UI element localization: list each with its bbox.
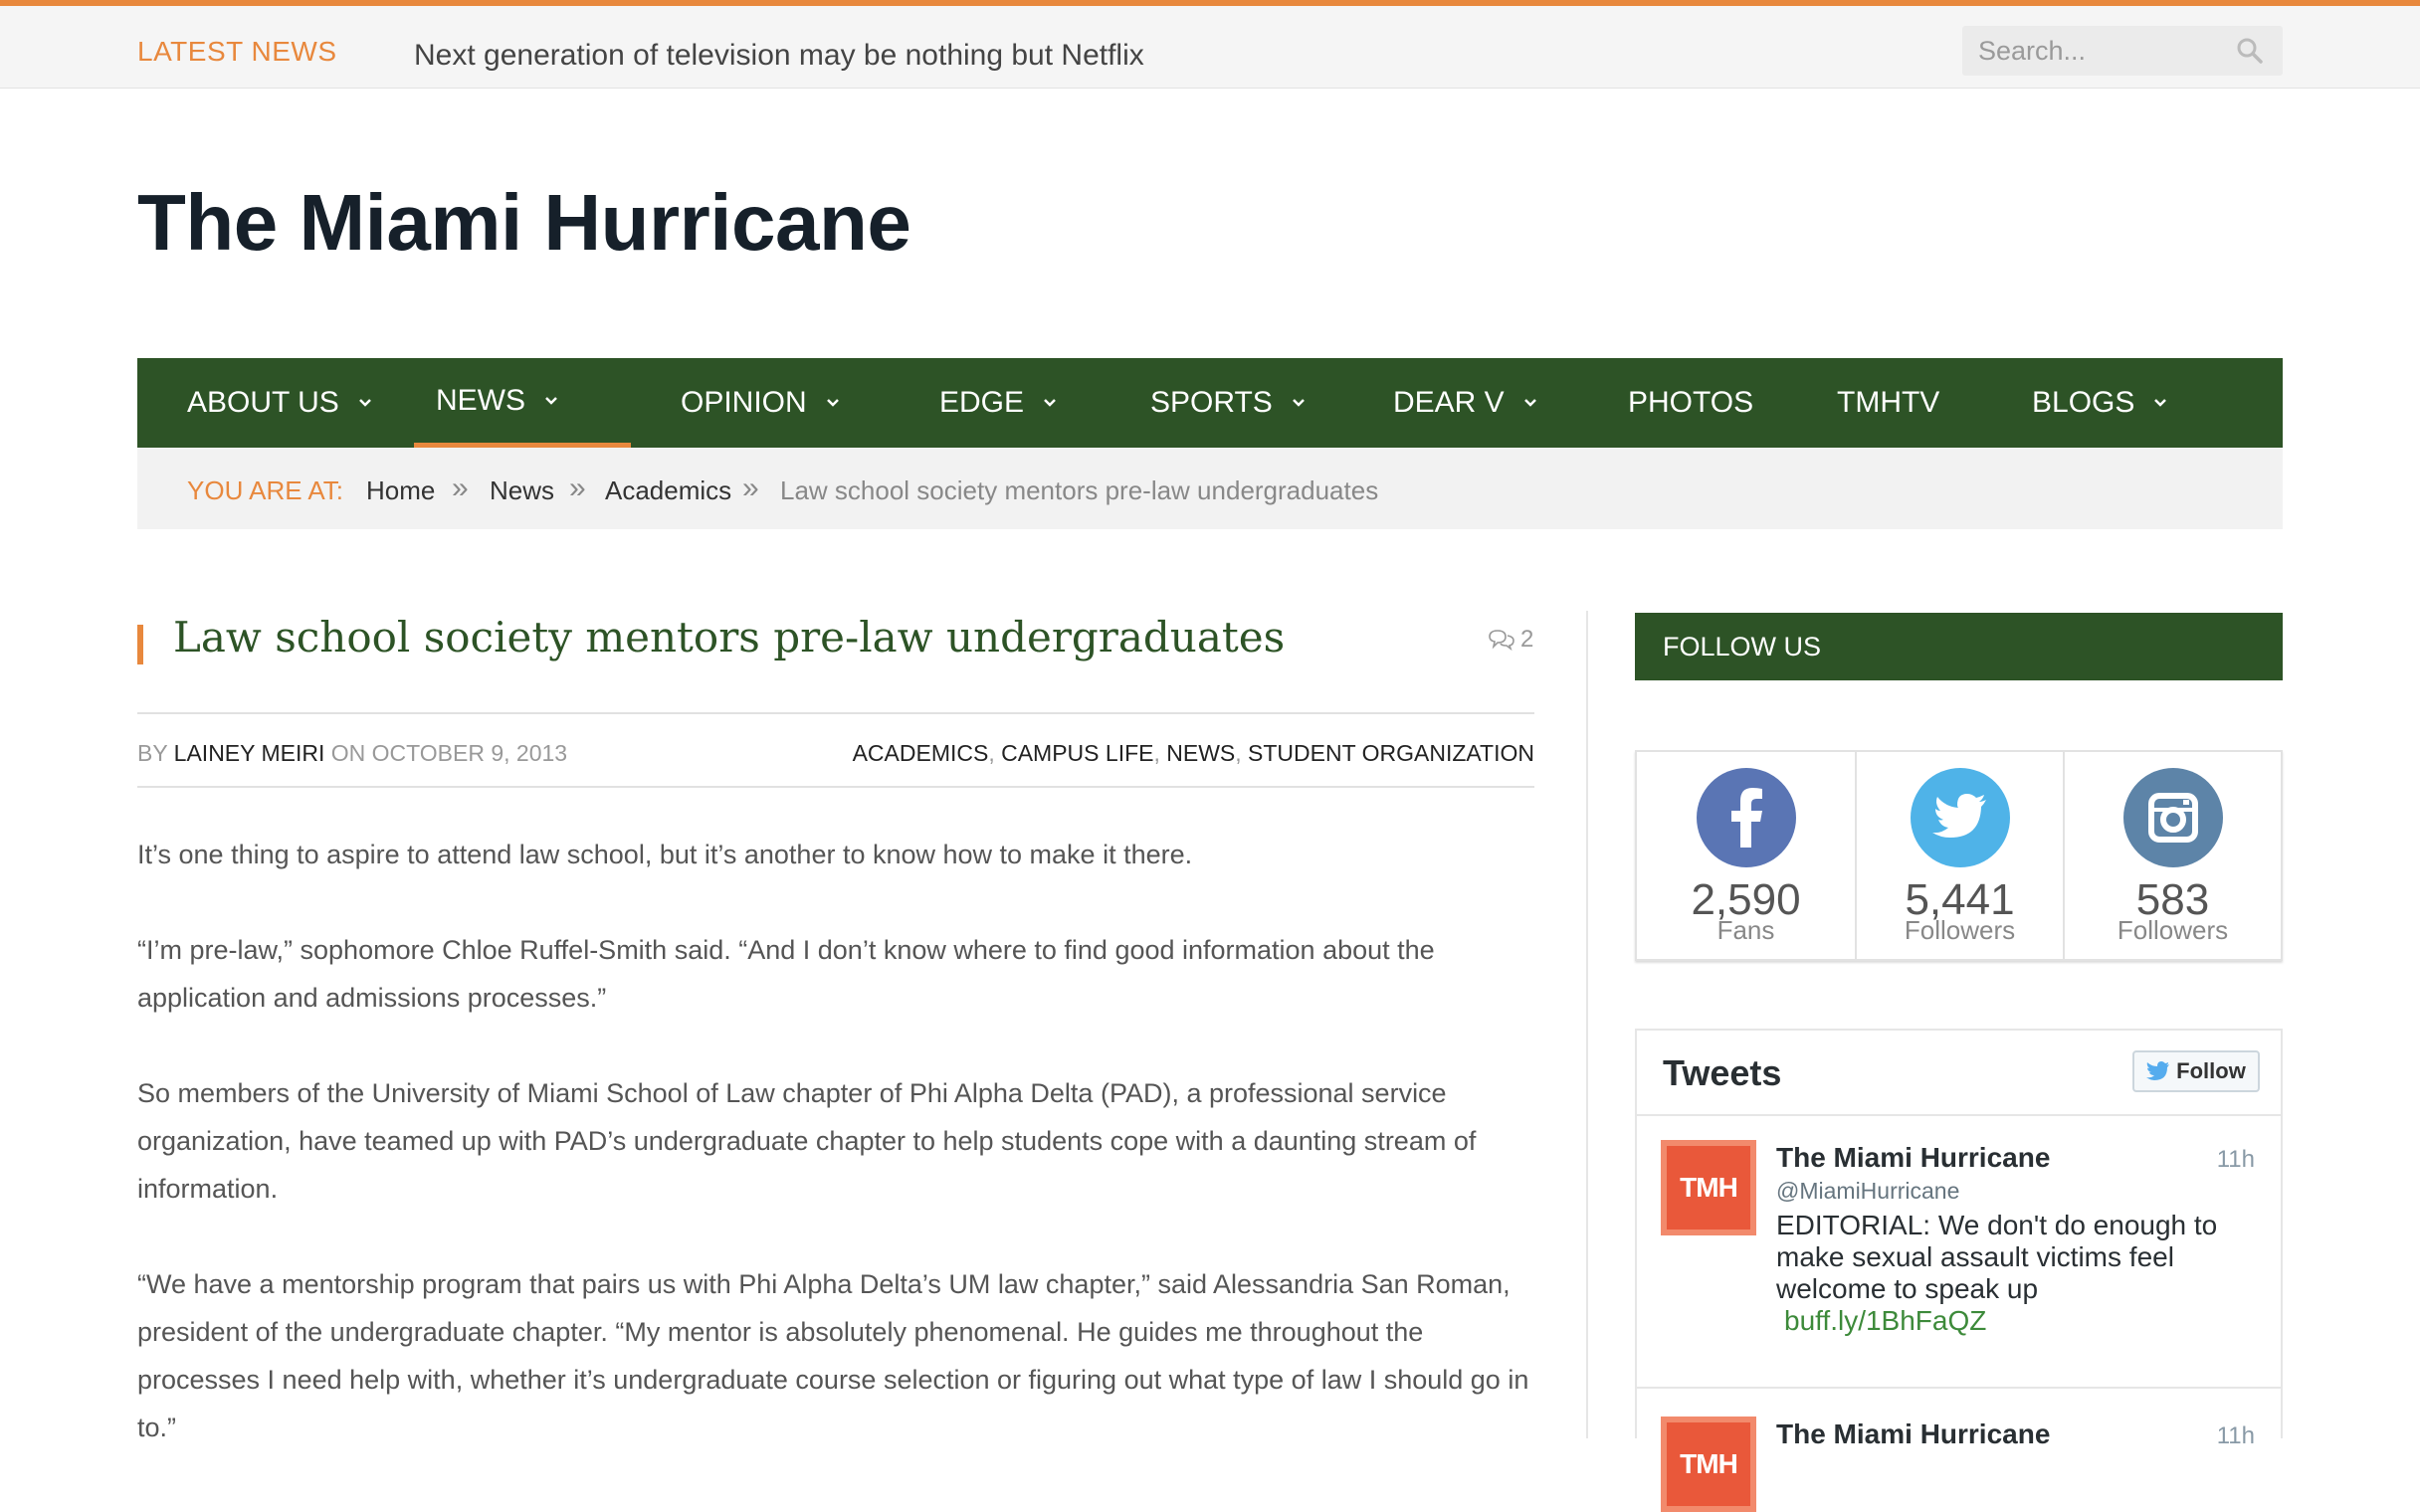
chevron-down-icon [1523, 399, 1536, 407]
nav-item-photos[interactable]: PHOTOS [1628, 358, 1753, 448]
nav-label: SPORTS [1150, 386, 1273, 419]
nav-label: EDGE [939, 386, 1025, 419]
avatar[interactable]: TMH [1661, 1140, 1756, 1235]
tweet-author-name[interactable]: The Miami Hurricane [1776, 1142, 2050, 1174]
breadcrumb-prefix: YOU ARE AT: [187, 475, 344, 505]
instagram-label: Followers [2117, 915, 2229, 945]
chevron-down-icon [826, 399, 839, 407]
chevron-down-icon [2154, 399, 2167, 407]
chevron-down-icon [1044, 399, 1056, 407]
divider [1637, 1387, 2281, 1389]
breadcrumb-news-link[interactable]: News [490, 475, 554, 506]
twitter-timeline-widget: Tweets Follow TMH The Miami Hurricane @M… [1635, 1029, 2283, 1512]
article-title: Law school society mentors pre-law under… [173, 613, 1286, 662]
breadcrumb-separator: » [569, 472, 586, 504]
facebook-counter[interactable]: 2,590 Fans [1637, 752, 1855, 959]
tweet-link[interactable]: buff.ly/1BhFaQZ [1784, 1305, 1986, 1337]
tweet-timestamp[interactable]: 11h [2217, 1146, 2255, 1174]
search-icon[interactable] [2235, 36, 2265, 66]
news-ticker-link[interactable]: Next generation of television may be not… [414, 39, 1144, 73]
article-categories: ACADEMICS, CAMPUS LIFE, NEWS, STUDENT OR… [852, 740, 1534, 766]
chevron-down-icon [358, 399, 371, 407]
nav-item-news[interactable]: NEWS [414, 358, 631, 448]
social-counters: 2,590 Fans 5,441 Followers 583 Followers [1635, 750, 2283, 961]
chevron-down-icon [1292, 399, 1305, 407]
twitter-bird-icon [2146, 1061, 2170, 1080]
instagram-counter[interactable]: 583 Followers [2065, 752, 2281, 959]
by-label: BY [137, 740, 168, 766]
article-paragraph: So members of the University of Miami Sc… [137, 1078, 1477, 1204]
publish-date: OCTOBER 9, 2013 [371, 740, 568, 766]
tweet-text: EDITORIAL: We don't do enough to make se… [1776, 1210, 2218, 1304]
twitter-label: Followers [1904, 915, 2016, 945]
tweet-author-name[interactable]: The Miami Hurricane [1776, 1418, 2050, 1450]
category-link[interactable]: NEWS [1166, 740, 1235, 766]
nav-item-tmhtv[interactable]: TMHTV [1837, 358, 1939, 448]
author-link[interactable]: LAINEY MEIRI [174, 740, 325, 766]
avatar[interactable]: TMH [1661, 1417, 1756, 1512]
twitter-counter[interactable]: 5,441 Followers [1857, 752, 2063, 959]
article-paragraph: “I’m pre-law,” sophomore Chloe Ruffel-Sm… [137, 935, 1435, 1013]
tweet-author-handle[interactable]: @MiamiHurricane [1776, 1178, 1959, 1205]
divider [1637, 1114, 2281, 1116]
category-link[interactable]: ACADEMICS [853, 740, 989, 766]
article-paragraph: “We have a mentorship program that pairs… [137, 1269, 1529, 1442]
nav-item-about-us[interactable]: ABOUT US [187, 358, 373, 448]
divider [137, 712, 1534, 714]
tweets-title: Tweets [1663, 1052, 1782, 1093]
twitter-follow-button[interactable]: Follow [2132, 1050, 2260, 1092]
main-navigation: ABOUT US NEWS OPINION EDGE SPORTS DEAR V… [137, 358, 2283, 448]
nav-item-edge[interactable]: EDGE [939, 358, 1058, 448]
site-title-logo[interactable]: The Miami Hurricane [137, 177, 911, 269]
comment-count-link[interactable]: 2 [1487, 626, 1533, 654]
comment-count: 2 [1520, 626, 1534, 653]
nav-label: OPINION [681, 386, 807, 419]
twitter-icon [1910, 768, 2010, 867]
breadcrumb-separator: » [742, 472, 759, 504]
breadcrumb-academics-link[interactable]: Academics [605, 475, 731, 506]
search-input[interactable] [1976, 34, 2229, 68]
sidebar-divider [1586, 611, 1588, 1438]
follow-us-heading: FOLLOW US [1635, 613, 2283, 680]
title-accent-bar [137, 625, 143, 664]
comments-icon [1489, 630, 1514, 652]
nav-item-opinion[interactable]: OPINION [681, 358, 841, 448]
nav-item-blogs[interactable]: BLOGS [2032, 358, 2168, 448]
nav-label: TMHTV [1837, 386, 1940, 419]
divider [137, 786, 1534, 788]
nav-label: NEWS [436, 383, 525, 417]
search-box [1962, 26, 2283, 76]
nav-label: PHOTOS [1628, 386, 1754, 419]
breadcrumb-current: Law school society mentors pre-law under… [780, 475, 1379, 505]
tweet-timestamp[interactable]: 11h [2217, 1422, 2255, 1450]
facebook-icon [1696, 768, 1796, 867]
article-paragraph: It’s one thing to aspire to attend law s… [137, 840, 1193, 869]
facebook-label: Fans [1716, 915, 1775, 945]
nav-label: DEAR V [1393, 386, 1505, 419]
nav-label: BLOGS [2032, 386, 2135, 419]
follow-label: Follow [2176, 1058, 2246, 1083]
chevron-down-icon [545, 396, 557, 405]
nav-item-dear-v[interactable]: DEAR V [1393, 358, 1538, 448]
article-byline: BY LAINEY MEIRI ON OCTOBER 9, 2013 [137, 740, 567, 767]
breadcrumb: YOU ARE AT: Home » News » Academics » La… [137, 448, 2283, 529]
on-label: ON [330, 740, 366, 766]
breadcrumb-home-link[interactable]: Home [366, 475, 435, 506]
category-link[interactable]: CAMPUS LIFE [1001, 740, 1153, 766]
latest-news-label: LATEST NEWS [137, 36, 337, 67]
top-bar: LATEST NEWS Next generation of televisio… [0, 0, 2420, 89]
category-link[interactable]: STUDENT ORGANIZATION [1248, 740, 1534, 766]
nav-item-sports[interactable]: SPORTS [1150, 358, 1307, 448]
nav-label: ABOUT US [187, 386, 339, 419]
breadcrumb-separator: » [452, 472, 469, 504]
instagram-icon [2122, 768, 2223, 867]
